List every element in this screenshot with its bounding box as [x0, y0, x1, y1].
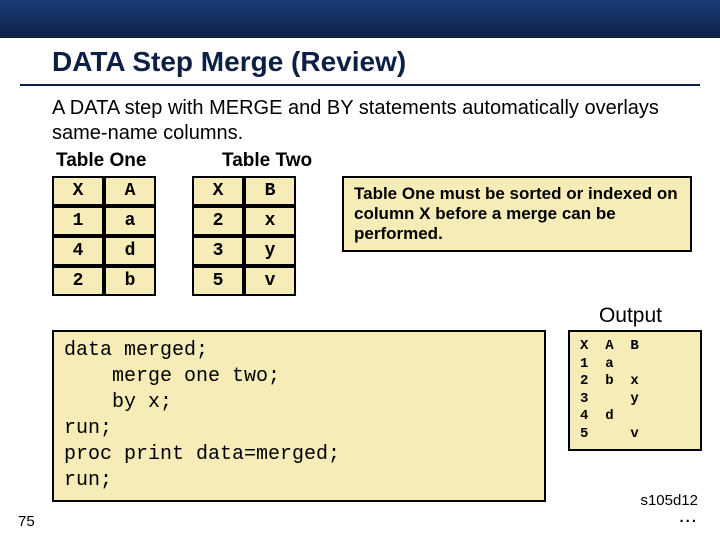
code-block: data merged; merge one two; by x; run; p…: [52, 330, 546, 502]
note-box: Table One must be sorted or indexed on c…: [342, 176, 692, 252]
output-block: X A B 1 a 2 b x 3 y 4 d 5 v: [568, 330, 702, 451]
divider: [20, 84, 700, 86]
table-two: XB 2x 3y 5v: [192, 176, 296, 296]
table-one: XA 1a 4d 2b: [52, 176, 156, 296]
page-number: 75: [18, 513, 35, 530]
output-label: Output: [52, 304, 662, 328]
table-one-label: Table One: [56, 150, 146, 172]
slide-title: DATA Step Merge (Review): [52, 46, 720, 78]
description: A DATA step with MERGE and BY statements…: [52, 96, 692, 146]
table-two-label: Table Two: [222, 150, 312, 172]
footer-ref: s105d12...: [640, 492, 698, 526]
title-bar: [0, 0, 720, 38]
